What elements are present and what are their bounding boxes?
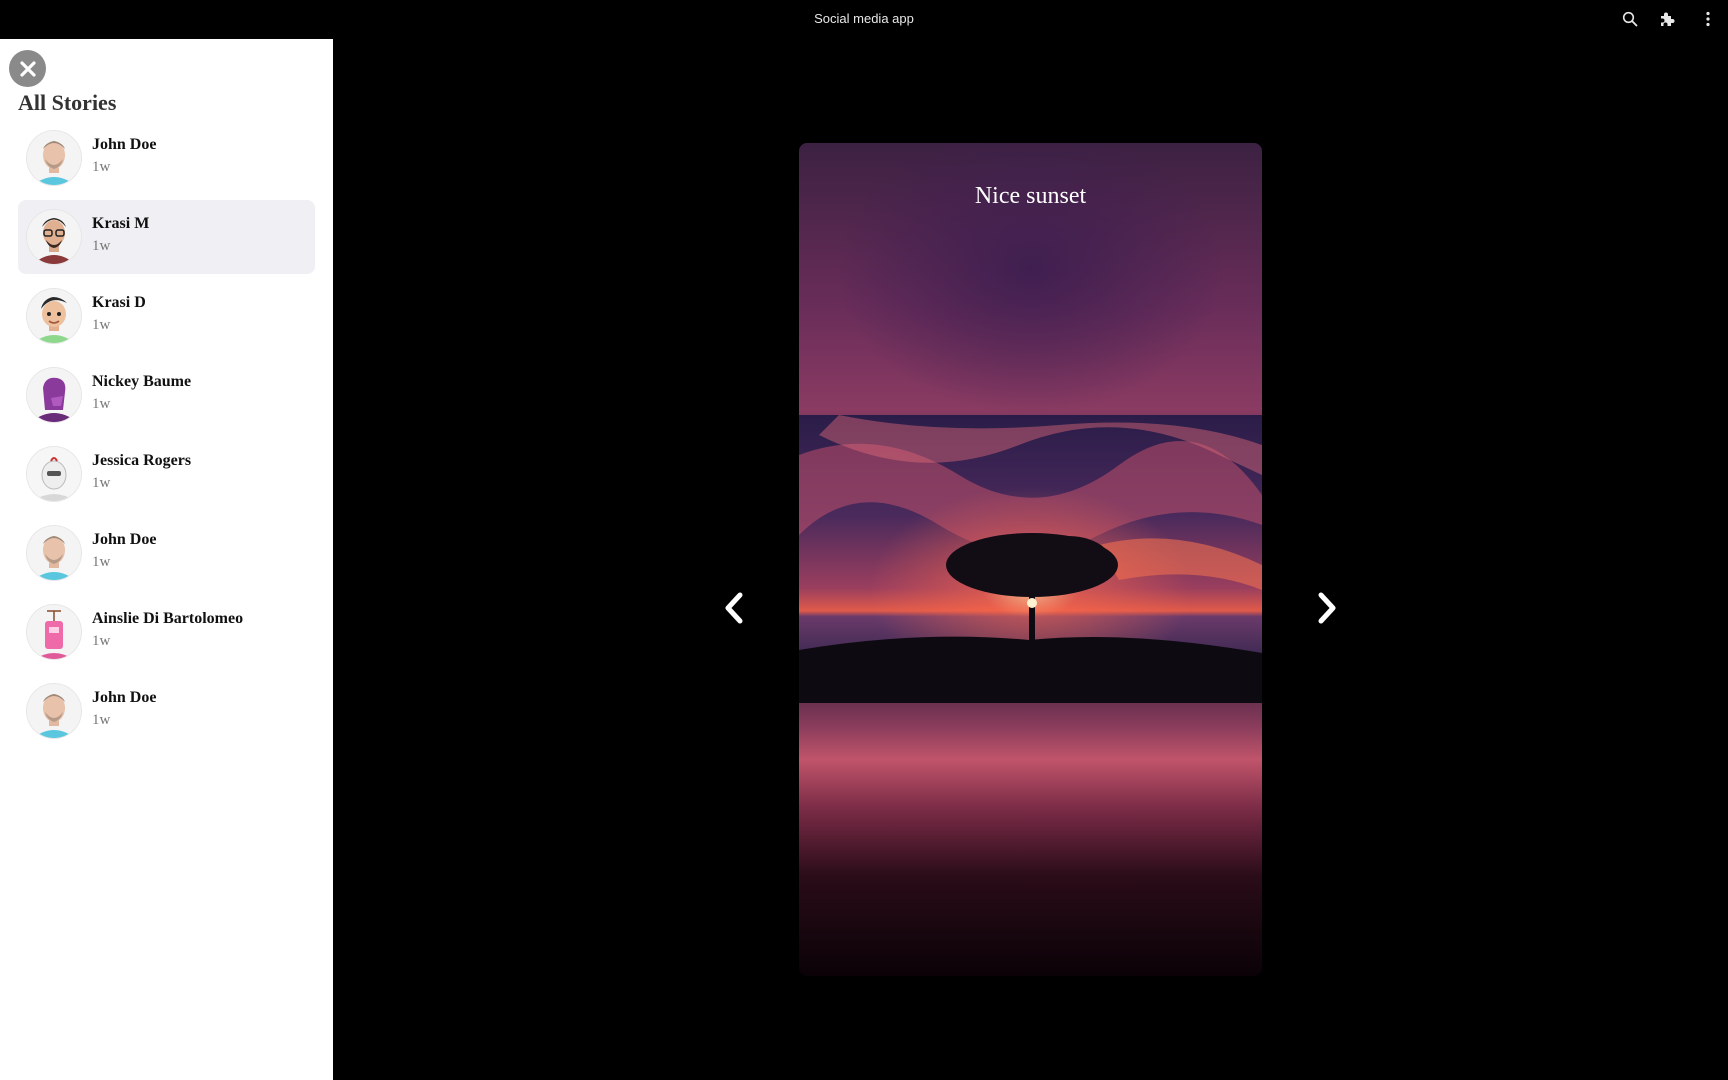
search-icon[interactable]: [1620, 9, 1640, 29]
avatar: [27, 131, 81, 185]
story-name: John Doe: [92, 689, 157, 706]
story-viewer: Nice sunset: [333, 39, 1728, 1080]
avatar: [27, 526, 81, 580]
close-button[interactable]: [9, 50, 46, 87]
story-time: 1w: [92, 159, 111, 175]
story-item[interactable]: Krasi D 1w: [18, 279, 315, 353]
chevron-right-icon: [1318, 592, 1336, 624]
avatar: [27, 684, 81, 738]
story-time: 1w: [92, 238, 111, 254]
sunset-photo: [799, 415, 1262, 703]
extensions-icon[interactable]: [1657, 9, 1677, 29]
story-time: 1w: [92, 396, 111, 412]
story-name: Krasi M: [92, 215, 150, 232]
story-time: 1w: [92, 712, 111, 728]
sidebar-heading: All Stories: [18, 90, 117, 115]
next-story-button[interactable]: [1307, 588, 1347, 628]
avatar: [27, 368, 81, 422]
more-vert-icon[interactable]: [1698, 9, 1718, 29]
story-name: Jessica Rogers: [92, 452, 192, 469]
window-titlebar: Social media app: [0, 0, 1728, 39]
story-name: Ainslie Di Bartolomeo: [92, 610, 244, 627]
previous-story-button[interactable]: [714, 588, 754, 628]
story-name: Nickey Baume: [92, 373, 192, 390]
story-item-selected[interactable]: Krasi M 1w: [18, 200, 315, 274]
story-time: 1w: [92, 317, 111, 333]
story-item[interactable]: John Doe 1w: [18, 121, 315, 195]
story-item[interactable]: John Doe 1w: [18, 674, 315, 748]
story-item[interactable]: Nickey Baume 1w: [18, 358, 315, 432]
avatar: [27, 210, 81, 264]
story-caption: Nice sunset: [974, 183, 1087, 209]
close-icon: [19, 60, 36, 77]
story-list: John Doe 1w Krasi M 1w Krasi D 1w Nickey…: [18, 121, 315, 753]
window-title: Social media app: [814, 11, 914, 26]
chevron-left-icon: [725, 592, 743, 624]
avatar: [27, 447, 81, 501]
story-name: John Doe: [92, 136, 157, 153]
story-time: 1w: [92, 633, 111, 649]
avatar: [27, 605, 81, 659]
story-name: Krasi D: [92, 294, 146, 311]
story-card[interactable]: Nice sunset: [799, 143, 1262, 976]
story-item[interactable]: Jessica Rogers 1w: [18, 437, 315, 511]
story-time: 1w: [92, 554, 111, 570]
avatar: [27, 289, 81, 343]
story-name: John Doe: [92, 531, 157, 548]
story-item[interactable]: Ainslie Di Bartolomeo 1w: [18, 595, 315, 669]
story-item[interactable]: John Doe 1w: [18, 516, 315, 590]
story-time: 1w: [92, 475, 111, 491]
stories-sidebar: All Stories John Doe 1w Krasi M 1w Krasi…: [0, 39, 333, 1080]
